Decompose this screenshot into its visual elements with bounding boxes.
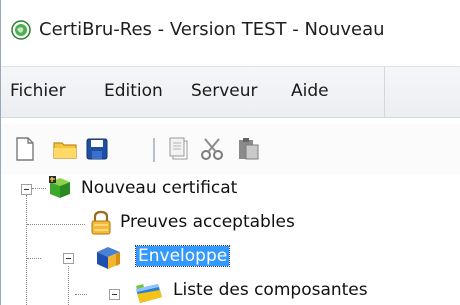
menu-edition[interactable]: Edition (104, 81, 163, 101)
tree-node-root[interactable]: Nouveau certificat (1, 176, 460, 202)
window-title: CertiBru-Res - Version TEST - Nouveau (39, 19, 385, 40)
save-icon[interactable] (84, 136, 110, 162)
menu-bar: Fichier Edition Serveur Aide (1, 66, 460, 118)
tree-node-label: Preuves acceptables (120, 212, 295, 232)
globe-icon (11, 20, 31, 40)
open-folder-icon[interactable] (52, 136, 78, 162)
title-bar[interactable]: CertiBru-Res - Version TEST - Nouveau (1, 0, 460, 58)
envelope-building-icon (97, 247, 120, 269)
menu-fichier[interactable]: Fichier (10, 81, 66, 101)
collapse-toggle[interactable] (63, 253, 74, 264)
collapse-toggle[interactable] (21, 184, 32, 195)
application-window: CertiBru-Res - Version TEST - Nouveau Fi… (0, 0, 460, 305)
paste-icon[interactable] (235, 136, 261, 162)
toolbar-separator (153, 138, 155, 162)
collapse-toggle[interactable] (109, 289, 120, 300)
tree-node-label: Enveloppe (134, 245, 231, 267)
list-components-icon (136, 284, 162, 303)
copy-icon[interactable] (166, 136, 192, 162)
menu-separator (384, 67, 385, 117)
tree-node-preuves[interactable]: Preuves acceptables (1, 210, 460, 236)
menu-serveur[interactable]: Serveur (191, 81, 258, 101)
tree-node-label: Liste des composantes (173, 280, 368, 300)
tree-node-composantes[interactable]: Liste des composantes (1, 278, 460, 304)
toolbar (1, 124, 460, 174)
certificate-tree: Nouveau certificat Preuves acceptables E… (1, 174, 460, 305)
tree-node-enveloppe[interactable]: Enveloppe (1, 244, 460, 270)
tree-node-label: Nouveau certificat (81, 178, 238, 198)
menu-aide[interactable]: Aide (291, 81, 329, 101)
certificate-cube-icon (49, 176, 70, 198)
lock-icon (91, 210, 111, 235)
cut-icon[interactable] (199, 136, 225, 162)
new-document-icon[interactable] (12, 136, 38, 162)
